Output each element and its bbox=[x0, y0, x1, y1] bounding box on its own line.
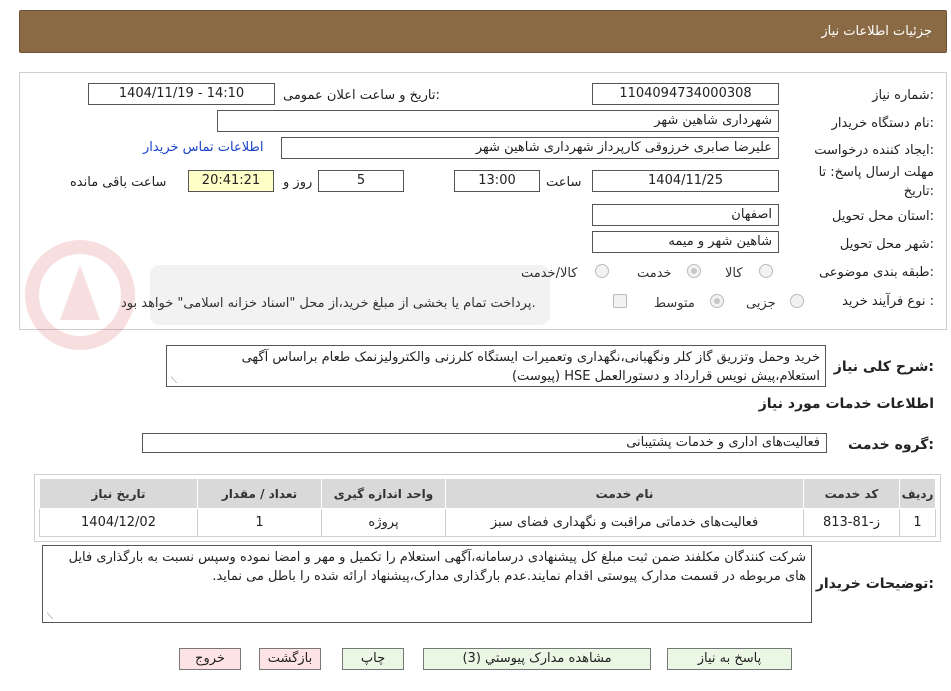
service-date: 1404/12/02 bbox=[39, 508, 198, 537]
category-goods-service-radio[interactable] bbox=[595, 264, 609, 278]
resize-handle-icon[interactable]: ⟋ bbox=[169, 377, 177, 386]
remaining-time-field: 20:41:21 bbox=[188, 170, 274, 192]
col-unit-header: واحد اندازه گیری bbox=[321, 478, 446, 509]
description-textarea: خرید وحمل وتزریق گاز کلر ونگهبانی،نگهدار… bbox=[166, 345, 826, 387]
col-row-header: ردیف bbox=[899, 478, 936, 509]
treasury-payment-note: پرداخت تمام یا بخشی از مبلغ خرید،از محل … bbox=[121, 296, 536, 311]
days-label: روز و bbox=[283, 175, 313, 190]
col-qty-header: تعداد / مقدار bbox=[197, 478, 322, 509]
services-table: ردیف کد خدمت نام خدمت واحد اندازه گیری ت… bbox=[39, 478, 936, 537]
buyer-notes-text: شرکت کنندگان مکلفند ضمن ثبت مبلغ کل پیشن… bbox=[68, 550, 806, 584]
treasury-payment-checkbox[interactable] bbox=[613, 294, 627, 308]
process-medium-label: متوسط bbox=[654, 296, 695, 311]
city-field: شاهین شهر و میمه bbox=[592, 231, 779, 253]
deadline-time-label: ساعت bbox=[546, 175, 582, 190]
announce-date-label: تاریخ و ساعت اعلان عمومی: bbox=[283, 88, 440, 103]
process-medium-radio[interactable] bbox=[710, 294, 724, 308]
remaining-time-label: ساعت باقی مانده bbox=[70, 175, 167, 190]
creator-field: علیرضا صابری خرزوقی کارپرداز شهرداری شاه… bbox=[281, 137, 779, 159]
service-qty: 1 bbox=[197, 508, 322, 537]
remaining-days-field: 5 bbox=[318, 170, 404, 192]
description-text: خرید وحمل وتزریق گاز کلر ونگهبانی،نگهدار… bbox=[241, 350, 820, 384]
category-service-label: خدمت bbox=[637, 266, 672, 281]
category-service-radio[interactable] bbox=[687, 264, 701, 278]
resize-handle-icon[interactable]: ⟋ bbox=[45, 613, 53, 622]
buyer-org-field: شهرداری شاهین شهر bbox=[217, 110, 779, 132]
table-row: 1 ز-81-813 فعالیت‌های خدماتی مراقبت و نگ… bbox=[39, 508, 936, 537]
exit-button[interactable]: خروج bbox=[179, 648, 241, 670]
services-section-title: اطلاعات خدمات مورد نیاز bbox=[758, 396, 934, 412]
buyer-contact-link[interactable]: اطلاعات تماس خریدار bbox=[143, 140, 263, 155]
description-label: شرح کلی نیاز: bbox=[833, 359, 934, 375]
services-table-header: ردیف کد خدمت نام خدمت واحد اندازه گیری ت… bbox=[39, 478, 936, 509]
creator-label: ایجاد کننده درخواست: bbox=[814, 143, 934, 158]
print-button[interactable]: چاپ bbox=[342, 648, 404, 670]
col-date-header: تاریخ نیاز bbox=[39, 478, 198, 509]
deadline-date-field: 1404/11/25 bbox=[592, 170, 779, 192]
view-attachments-button[interactable]: مشاهده مدارک پیوستي (3) bbox=[423, 648, 651, 670]
service-group-field: فعالیت‌های اداری و خدمات پشتیبانی bbox=[142, 433, 827, 453]
category-goods-service-label: کالا/خدمت bbox=[521, 266, 578, 281]
col-code-header: کد خدمت bbox=[803, 478, 900, 509]
city-label: شهر محل تحویل: bbox=[839, 237, 934, 252]
province-label: استان محل تحویل: bbox=[832, 209, 934, 224]
process-minor-label: جزیی bbox=[746, 296, 776, 311]
row-index: 1 bbox=[899, 508, 936, 537]
buyer-notes-label: توضیحات خریدار: bbox=[815, 576, 934, 592]
window-title-bar: جزئیات اطلاعات نیاز bbox=[19, 10, 947, 53]
process-label: نوع فرآیند خرید : bbox=[842, 294, 934, 309]
window-title: جزئیات اطلاعات نیاز bbox=[821, 24, 932, 39]
service-code: ز-81-813 bbox=[803, 508, 900, 537]
need-number-label: شماره نیاز: bbox=[872, 88, 934, 103]
category-goods-label: کالا bbox=[725, 266, 743, 281]
category-label: طبقه بندی موضوعی: bbox=[818, 265, 934, 280]
back-button[interactable]: بازگشت bbox=[259, 648, 321, 670]
process-minor-radio[interactable] bbox=[790, 294, 804, 308]
col-name-header: نام خدمت bbox=[445, 478, 804, 509]
buyer-org-label: نام دستگاه خریدار: bbox=[831, 116, 934, 131]
announce-date-field: 1404/11/19 - 14:10 bbox=[88, 83, 275, 105]
deadline-label: مهلت ارسال پاسخ: تا bbox=[818, 165, 934, 180]
reply-button[interactable]: پاسخ به نیاز bbox=[667, 648, 792, 670]
service-name: فعالیت‌های خدماتی مراقبت و نگهداری فضای … bbox=[445, 508, 804, 537]
deadline-label-date: تاریخ: bbox=[903, 184, 934, 199]
category-goods-radio[interactable] bbox=[759, 264, 773, 278]
service-unit: پروژه bbox=[321, 508, 446, 537]
province-field: اصفهان bbox=[592, 204, 779, 226]
buyer-notes-textarea: شرکت کنندگان مکلفند ضمن ثبت مبلغ کل پیشن… bbox=[42, 545, 812, 623]
need-number-field: 1104094734000308 bbox=[592, 83, 779, 105]
deadline-time-field: 13:00 bbox=[454, 170, 540, 192]
service-group-label: گروه خدمت: bbox=[848, 437, 934, 453]
